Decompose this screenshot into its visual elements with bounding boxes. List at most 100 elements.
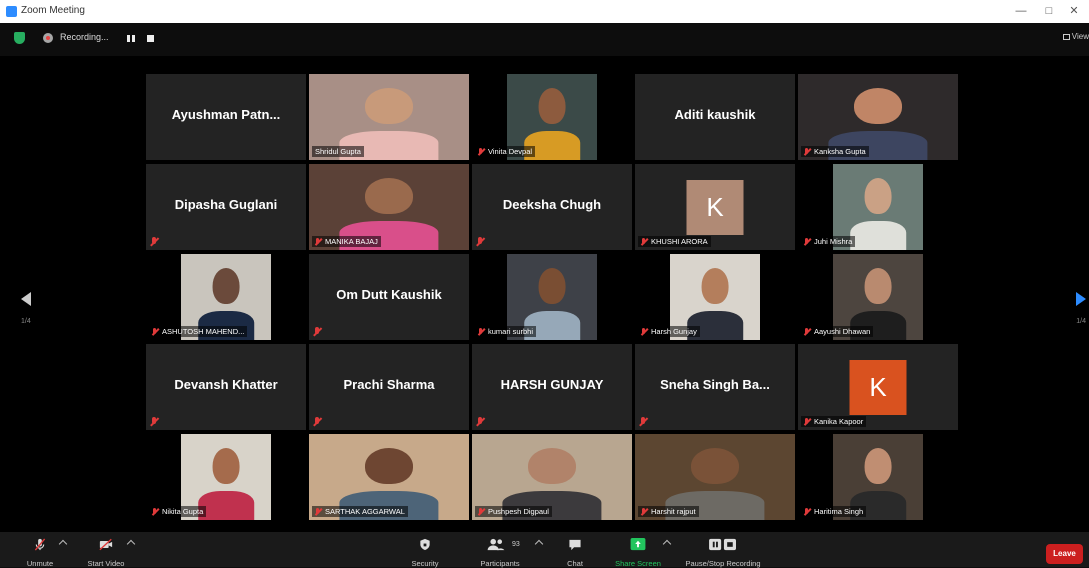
participant-name: Harshit rajput: [651, 507, 696, 516]
participant-name: Prachi Sharma: [343, 377, 435, 392]
mic-muted-icon: [475, 237, 485, 247]
participant-name: Aayushi Dhawan: [814, 327, 871, 336]
participant-tile[interactable]: Devansh Khatter: [146, 344, 306, 430]
participant-name-label: SARTHAK AGGARWAL: [312, 506, 408, 517]
participant-tile[interactable]: Ayushman Patn...: [146, 74, 306, 160]
video-gallery-grid: Ayushman Patn... Shridul Gupta Vinita Devp…: [146, 74, 961, 521]
participant-face: [365, 177, 413, 214]
participant-tile[interactable]: Kanksha Gupta: [798, 74, 958, 160]
pause-stop-recording-button[interactable]: Pause/Stop Recording: [676, 532, 770, 568]
participant-tile[interactable]: HARSH GUNJAY: [472, 344, 632, 430]
share-screen-button[interactable]: Share Screen: [610, 532, 666, 568]
mic-muted-icon: [477, 148, 485, 156]
participant-body: [850, 220, 906, 250]
pause-recording-icon[interactable]: [127, 35, 135, 42]
participant-tile[interactable]: Vinita Devpal: [472, 74, 632, 160]
participant-face: [212, 267, 240, 304]
participant-name: Ayushman Patn...: [171, 107, 281, 122]
participant-name: Juhi Mishra: [814, 237, 853, 246]
participant-face: [538, 87, 566, 124]
participant-face: [365, 87, 413, 124]
participant-tile[interactable]: Sneha Singh Ba...: [635, 344, 795, 430]
participant-name-label: Juhi Mishra: [801, 236, 856, 247]
participant-tile[interactable]: SARTHAK AGGARWAL: [309, 434, 469, 520]
participant-tile[interactable]: Om Dutt Kaushik: [309, 254, 469, 340]
mic-muted-icon: [640, 508, 648, 516]
participant-name: ASHUTOSH MAHEND...: [162, 327, 245, 336]
participant-tile[interactable]: Pushpesh Digpaul: [472, 434, 632, 520]
participant-name-label: Kanika Kapoor: [801, 416, 867, 427]
participant-name: MANIKA BAJAJ: [325, 237, 378, 246]
zoom-app-icon: [6, 6, 17, 17]
participant-name-label: Shridul Gupta: [312, 146, 364, 157]
participant-tile[interactable]: Dipasha Guglani: [146, 164, 306, 250]
participant-name: Devansh Khatter: [174, 377, 278, 392]
next-page-arrow-icon[interactable]: [1076, 292, 1086, 306]
page-indicator-left: 1/4: [21, 318, 31, 325]
participant-tile[interactable]: Shridul Gupta: [309, 74, 469, 160]
close-button[interactable]: ✕: [1061, 2, 1087, 20]
view-label: View: [1071, 32, 1089, 41]
mic-muted-icon: [640, 238, 648, 246]
participant-avatar: K: [686, 180, 744, 235]
participant-name: Deeksha Chugh: [502, 197, 602, 212]
participant-face: [864, 267, 892, 304]
participant-name-label: Haritima Singh: [801, 506, 867, 517]
shield-icon[interactable]: [14, 32, 25, 44]
minimize-button[interactable]: —: [1008, 2, 1034, 20]
stop-recording-icon[interactable]: [147, 35, 154, 42]
participant-tile[interactable]: Haritima Singh: [798, 434, 958, 520]
mic-muted-icon: [314, 238, 322, 246]
participant-name: SARTHAK AGGARWAL: [325, 507, 405, 516]
participant-tile[interactable]: Aayushi Dhawan: [798, 254, 958, 340]
participant-tile[interactable]: kumari surbhi: [472, 254, 632, 340]
participant-name-label: Nikita Gupta: [149, 506, 207, 517]
participant-tile[interactable]: MANIKA BAJAJ: [309, 164, 469, 250]
mic-muted-icon: [151, 508, 159, 516]
participant-tile[interactable]: ASHUTOSH MAHEND...: [146, 254, 306, 340]
security-shield-icon: [420, 538, 430, 551]
chat-button[interactable]: Chat: [558, 532, 592, 568]
mic-muted-icon: [475, 417, 485, 427]
unmute-button[interactable]: Unmute: [18, 532, 62, 568]
participant-name-label: Harshit rajput: [638, 506, 699, 517]
video-off-icon: [99, 538, 113, 551]
participant-tile[interactable]: Nikita Gupta: [146, 434, 306, 520]
security-button[interactable]: Security: [404, 532, 446, 568]
participant-tile[interactable]: Deeksha Chugh: [472, 164, 632, 250]
participant-face: [864, 177, 892, 214]
participant-tile[interactable]: K KHUSHI ARORA: [635, 164, 795, 250]
leave-button[interactable]: Leave: [1046, 544, 1083, 564]
participants-options-chevron-icon[interactable]: [534, 539, 544, 549]
participant-face: [691, 447, 739, 484]
mic-muted-icon: [803, 238, 811, 246]
view-button[interactable]: View: [1062, 32, 1089, 41]
previous-page-arrow-icon[interactable]: [21, 292, 31, 306]
participant-face: [365, 447, 413, 484]
maximize-button[interactable]: □: [1036, 2, 1062, 20]
participant-name-label: KHUSHI ARORA: [638, 236, 711, 247]
mic-muted-icon: [314, 508, 322, 516]
participant-body: [198, 490, 254, 520]
participant-tile[interactable]: Prachi Sharma: [309, 344, 469, 430]
participant-name-label: MANIKA BAJAJ: [312, 236, 381, 247]
participant-face: [864, 447, 892, 484]
participant-name: Aditi kaushik: [674, 107, 756, 122]
participant-tile[interactable]: Harshit rajput: [635, 434, 795, 520]
participant-tile[interactable]: Harsh Gunjay: [635, 254, 795, 340]
participants-count: 93: [512, 541, 520, 548]
participants-button[interactable]: Participants: [472, 532, 528, 568]
window-titlebar: Zoom Meeting — □ ✕: [0, 0, 1089, 23]
mic-muted-icon: [803, 328, 811, 336]
participant-name: Pushpesh Digpaul: [488, 507, 549, 516]
participant-tile[interactable]: Aditi kaushik: [635, 74, 795, 160]
participant-name: HARSH GUNJAY: [500, 377, 604, 392]
participant-tile[interactable]: Juhi Mishra: [798, 164, 958, 250]
start-video-button[interactable]: Start Video: [82, 532, 130, 568]
participant-face: [854, 87, 902, 124]
gallery-stage: 1/4 Ayushman Patn... Shridul Gupta Vinita …: [0, 56, 1089, 532]
participant-tile[interactable]: K Kanika Kapoor: [798, 344, 958, 430]
participants-icon: [487, 538, 505, 551]
meeting-topbar: Recording... View: [0, 23, 1089, 56]
pause-stop-recording-icon: [709, 538, 736, 551]
